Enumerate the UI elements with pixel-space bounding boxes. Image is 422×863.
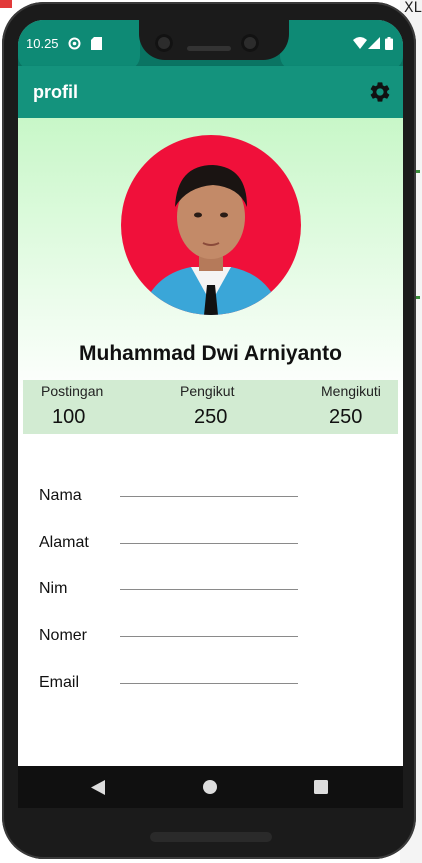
alamat-field[interactable] [120,543,298,544]
earpiece-speaker [187,46,231,51]
phone-frame: 10.25 profil Muhammad Dwi Arniyanto Post… [2,2,416,859]
background-ide-gutter-mark [416,296,420,299]
phone-screen: 10.25 profil Muhammad Dwi Arniyanto Post… [18,20,403,766]
sync-icon [68,37,81,52]
signal-icon [368,37,380,51]
status-bar: 10.25 [18,20,403,70]
front-camera-icon [155,34,173,52]
background-ide-marker [0,0,12,8]
avatar-portrait [141,165,281,315]
background-ide-label: XL [404,0,422,16]
nama-field[interactable] [120,496,298,497]
camera-notch [139,20,289,60]
avatar [121,135,301,315]
form-label-nim: Nim [39,580,68,597]
front-camera-icon [241,34,259,52]
stat-value-posts: 100 [52,406,86,428]
nomer-field[interactable] [120,636,298,637]
status-time: 10.25 [26,36,59,51]
nim-field[interactable] [120,589,298,590]
form-label-nama: Nama [39,487,82,504]
bottom-speaker-grille [150,832,272,842]
stat-value-following: 250 [329,406,363,428]
background-ide-gutter-mark [416,170,420,173]
system-nav-bar [18,766,403,808]
back-icon[interactable] [91,780,105,795]
recents-icon[interactable] [314,780,328,794]
stat-value-followers: 250 [194,406,228,428]
form-label-alamat: Alamat [39,534,89,551]
wifi-icon [353,37,367,51]
form-label-email: Email [39,674,80,691]
stat-label-followers: Pengikut [180,383,235,399]
gear-icon[interactable] [368,80,392,104]
sd-card-icon [91,37,102,52]
home-icon[interactable] [203,780,217,794]
profile-name: Muhammad Dwi Arniyanto [79,342,342,365]
profile-header: Muhammad Dwi Arniyanto Postingan 100 Pen… [18,118,403,434]
stats-bar: Postingan 100 Pengikut 250 Mengikuti 250 [23,380,398,434]
app-bar: profil [18,66,403,118]
stat-label-posts: Postingan [41,383,104,399]
battery-icon [385,37,393,52]
email-field[interactable] [120,683,298,684]
page-title: profil [33,82,78,102]
form-label-nomer: Nomer [39,627,88,644]
stat-label-following: Mengikuti [321,383,381,399]
